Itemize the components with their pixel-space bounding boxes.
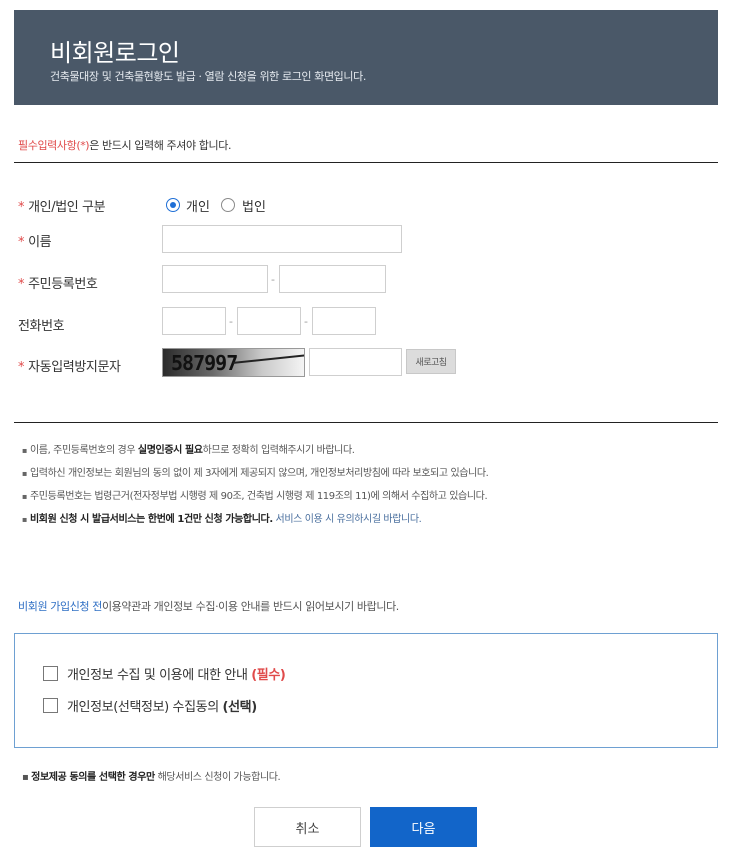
- radio-corporation-label: 법인: [242, 200, 266, 215]
- note-item: 주민등록번호는 법령근거(전자정부법 시행령 제 90조, 건축법 시행령 제 …: [22, 490, 488, 513]
- phone-dash-2: -: [304, 315, 308, 328]
- phone-dash-1: -: [229, 315, 233, 328]
- captcha-image: 587997: [162, 348, 305, 377]
- phone-part3-input[interactable]: [312, 307, 376, 335]
- agree-optional-checkbox[interactable]: [43, 698, 58, 713]
- phone-part1-input[interactable]: [162, 307, 226, 335]
- name-label: * 이름: [18, 235, 52, 250]
- apply-note: 비회원 가입신청 전이용약관과 개인정보 수집·이용 안내를 반드시 읽어보시기…: [18, 598, 399, 614]
- rrn-dash: -: [271, 273, 275, 286]
- captcha-input[interactable]: [309, 348, 402, 376]
- info-notes: 이름, 주민등록번호의 경우 실명인증시 필요하므로 정확히 입력해주시기 바랍…: [22, 444, 489, 536]
- phone-label: 전화번호: [18, 319, 65, 334]
- page-title: 비회원로그인: [50, 39, 180, 67]
- agreement-box: 개인정보 수집 및 이용에 대한 안내 (필수) 개인정보(선택정보) 수집동의…: [14, 633, 718, 748]
- radio-corporation[interactable]: [221, 198, 235, 212]
- apply-note-text: 이용약관과 개인정보 수집·이용 안내를 반드시 읽어보시기 바랍니다.: [101, 600, 399, 613]
- consent-note: ▪ 정보제공 동의를 선택한 경우만 해당서비스 신청이 가능합니다.: [22, 772, 281, 783]
- required-note: 필수입력사항(*)은 반드시 입력해 주셔야 합니다.: [18, 137, 231, 153]
- captcha-refresh-button[interactable]: 새로고침: [406, 349, 456, 374]
- name-input[interactable]: [162, 225, 402, 253]
- phone-part2-input[interactable]: [237, 307, 301, 335]
- captcha-label: * 자동입력방지문자: [18, 360, 121, 375]
- captcha-noise-line: [233, 354, 304, 364]
- page-header: 비회원로그인 건축물대장 및 건축물현황도 발급 · 열람 신청을 위한 로그인…: [14, 10, 718, 105]
- required-note-text: 은 반드시 입력해 주셔야 합니다.: [89, 139, 232, 152]
- form-top-divider: [14, 162, 718, 163]
- rrn-front-input[interactable]: [162, 265, 268, 293]
- cancel-button[interactable]: 취소: [254, 807, 361, 847]
- required-note-highlight: 필수입력사항(*): [18, 139, 90, 152]
- note-item: 비회원 신청 시 발급서비스는 한번에 1건만 신청 가능합니다. 서비스 이용…: [22, 513, 488, 536]
- agree-optional-label[interactable]: 개인정보(선택정보) 수집동의 (선택): [67, 696, 257, 715]
- apply-note-highlight: 비회원 가입신청 전: [18, 600, 102, 613]
- agree-required-checkbox[interactable]: [43, 666, 58, 681]
- radio-individual[interactable]: [166, 198, 180, 212]
- agree-required-label[interactable]: 개인정보 수집 및 이용에 대한 안내 (필수): [67, 664, 286, 683]
- form-bottom-divider: [14, 422, 718, 423]
- note-item: 이름, 주민등록번호의 경우 실명인증시 필요하므로 정확히 입력해주시기 바랍…: [22, 444, 488, 467]
- radio-individual-label: 개인: [186, 200, 210, 215]
- captcha-code: 587997: [171, 351, 238, 375]
- note-item: 입력하신 개인정보는 회원님의 동의 없이 제 3자에게 제공되지 않으며, 개…: [22, 467, 489, 490]
- rrn-label: * 주민등록번호: [18, 277, 98, 292]
- rrn-back-input[interactable]: [279, 265, 386, 293]
- type-label: * 개인/법인 구분: [18, 200, 106, 215]
- next-button[interactable]: 다음: [370, 807, 477, 847]
- page-subtitle: 건축물대장 및 건축물현황도 발급 · 열람 신청을 위한 로그인 화면입니다.: [50, 70, 366, 83]
